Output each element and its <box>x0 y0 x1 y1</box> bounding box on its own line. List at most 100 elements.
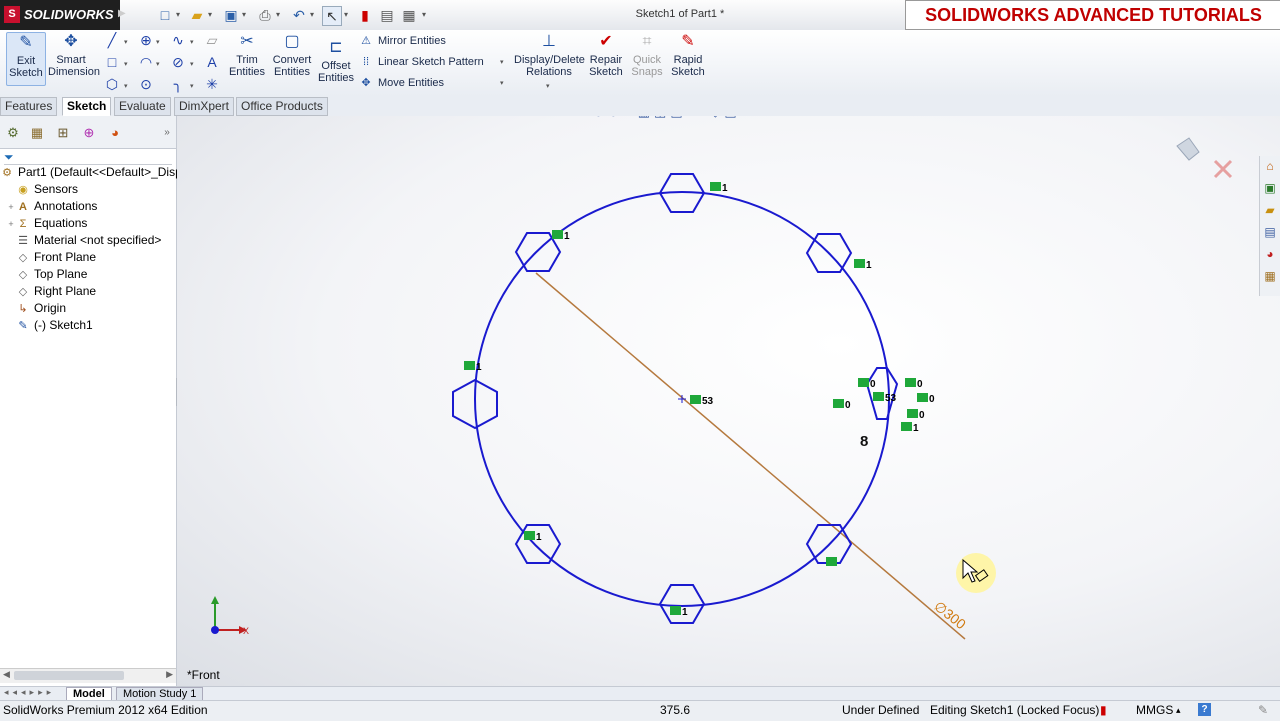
arc-dropdown-icon[interactable]: ▾ <box>156 60 160 68</box>
plane-sketch-icon[interactable]: ▱ <box>204 32 220 48</box>
spline-dropdown-icon[interactable]: ▾ <box>190 38 194 46</box>
point-circle-icon[interactable]: ⊙ <box>138 76 154 92</box>
tab-dimxpert[interactable]: DimXpert <box>174 97 235 116</box>
circle-dropdown-icon[interactable]: ▾ <box>156 38 160 46</box>
fillet-dropdown-icon[interactable]: ▾ <box>190 82 194 90</box>
ellipse-dropdown-icon[interactable]: ▾ <box>190 60 194 68</box>
status-units[interactable]: MMGS <box>1136 701 1173 720</box>
save-dropdown-icon[interactable]: ▾ <box>242 10 246 19</box>
tree-item-front-plane[interactable]: ◇ Front Plane <box>6 249 96 266</box>
quick-snaps-button[interactable]: ⌗ Quick Snaps <box>628 32 666 78</box>
help-icon[interactable]: ? <box>1198 703 1211 716</box>
fillet-icon[interactable]: ╮ <box>170 76 186 92</box>
polygon-dropdown-icon[interactable]: ▾ <box>124 82 128 90</box>
line-dropdown-icon[interactable]: ▾ <box>124 38 128 46</box>
scroll-left-icon[interactable]: ◀ <box>3 669 10 680</box>
tree-item-equations[interactable]: + Σ Equations <box>6 215 87 232</box>
feature-tree-filter[interactable]: ⏷ <box>4 150 172 165</box>
display-delete-relations-button[interactable]: ⊥ Display/Delete Relations <box>514 32 585 78</box>
arc-icon[interactable]: ◠ <box>138 54 154 70</box>
select-pointer-icon[interactable]: ↖ <box>322 6 342 26</box>
spline-icon[interactable]: ∿ <box>170 32 186 48</box>
text-icon[interactable]: A <box>204 54 220 70</box>
scroll-right-icon[interactable]: ▶ <box>166 669 173 680</box>
exit-sketch-button[interactable]: ✎ Exit Sketch <box>6 32 46 86</box>
tree-root-part[interactable]: ⚙ Part1 (Default<<Default>_Disp <box>0 164 182 181</box>
custom-properties-icon[interactable]: ▦ <box>1262 268 1278 284</box>
scroll-thumb[interactable] <box>14 671 124 680</box>
graphics-area[interactable]: ⊕⊗↺▦◫▣◐●◈▤ ⊟⊡–❐✕ <box>177 116 1280 686</box>
undo-icon[interactable]: ↶ <box>290 6 308 24</box>
expand-icon[interactable]: + <box>6 199 16 216</box>
save-icon[interactable]: ▣ <box>222 6 240 24</box>
file-properties-icon[interactable]: ▤ <box>378 6 396 24</box>
confirmation-corner[interactable] <box>1176 137 1233 179</box>
design-library-icon[interactable]: ▣ <box>1262 180 1278 196</box>
options-dropdown-icon[interactable]: ▾ <box>422 10 426 19</box>
pattern-dropdown-icon[interactable]: ▾ <box>500 58 504 66</box>
undo-dropdown-icon[interactable]: ▾ <box>310 10 314 19</box>
display-manager-icon[interactable]: ◕ <box>106 124 124 142</box>
tab-features[interactable]: Features <box>0 97 58 116</box>
discard-sketch-icon[interactable] <box>1213 159 1233 179</box>
tree-item-origin[interactable]: ↳ Origin <box>6 300 66 317</box>
collapse-panel-icon[interactable]: » <box>158 124 176 142</box>
open-folder-icon[interactable]: ▰ <box>188 6 206 24</box>
tree-item-top-plane[interactable]: ◇ Top Plane <box>6 266 88 283</box>
new-dropdown-icon[interactable]: ▾ <box>176 10 180 19</box>
expand-icon[interactable]: + <box>6 216 16 233</box>
repair-sketch-button[interactable]: ✔ Repair Sketch <box>588 32 624 78</box>
polygon-icon[interactable]: ⬡ <box>104 76 120 92</box>
appearances-icon[interactable]: ◕ <box>1262 246 1278 262</box>
linear-sketch-pattern-button[interactable]: ⁞⁞ Linear Sketch Pattern <box>358 53 508 71</box>
tab-evaluate[interactable]: Evaluate <box>114 97 171 116</box>
trim-entities-button[interactable]: ✂ Trim Entities <box>226 32 268 78</box>
feature-tree-icon[interactable]: ⚙ <box>4 124 22 142</box>
configuration-manager-icon[interactable]: ⊞ <box>54 124 72 142</box>
point-icon[interactable]: ✳ <box>204 76 220 92</box>
file-explorer-icon[interactable]: ▰ <box>1262 202 1278 218</box>
tab-sketch[interactable]: Sketch <box>62 97 112 116</box>
tree-item-right-plane[interactable]: ◇ Right Plane <box>6 283 96 300</box>
print-icon[interactable]: ⎙ <box>256 6 274 24</box>
rectangle-dropdown-icon[interactable]: ▾ <box>124 60 128 68</box>
line-icon[interactable]: ╱ <box>104 32 120 48</box>
offset-entities-button[interactable]: ⊏ Offset Entities <box>316 38 356 84</box>
move-entities-button[interactable]: ✥ Move Entities <box>358 74 508 92</box>
select-dropdown-icon[interactable]: ▾ <box>344 10 348 19</box>
rapid-sketch-button[interactable]: ✎ Rapid Sketch <box>668 32 708 78</box>
tree-item-material[interactable]: ☰ Material <not specified> <box>6 232 161 249</box>
solidworks-logo[interactable]: S SOLIDWORKS ▶ <box>0 0 126 30</box>
units-dropdown-icon[interactable]: ▴ <box>1176 701 1181 720</box>
confirm-sketch-icon[interactable] <box>1176 137 1200 161</box>
convert-entities-button[interactable]: ▢ Convert Entities <box>270 32 314 78</box>
construction-diameter-line[interactable] <box>535 272 966 640</box>
property-manager-icon[interactable]: ▦ <box>28 124 46 142</box>
new-document-icon[interactable]: □ <box>156 6 174 24</box>
tree-item-sketch1[interactable]: ✎ (-) Sketch1 <box>6 317 92 334</box>
search-view-icon[interactable]: ▤ <box>1262 224 1278 240</box>
circle-icon[interactable]: ⊕ <box>138 32 154 48</box>
tab-office-products[interactable]: Office Products <box>236 97 328 116</box>
tree-item-sensors[interactable]: ◉ Sensors <box>6 181 78 198</box>
rectangle-icon[interactable]: □ <box>104 54 120 70</box>
tree-item-annotations[interactable]: + A Annotations <box>6 198 97 215</box>
rebuild-traffic-light-icon[interactable]: ▮ <box>356 6 374 24</box>
status-tools-icon[interactable]: ✎ <box>1258 701 1268 720</box>
open-dropdown-icon[interactable]: ▾ <box>208 10 212 19</box>
panel-horizontal-scrollbar[interactable]: ◀ ▶ <box>0 668 176 683</box>
smart-dimension-button[interactable]: ✥ Smart Dimension <box>48 32 100 78</box>
menu-expand-icon[interactable]: ▶ <box>118 8 126 19</box>
home-icon[interactable]: ⌂ <box>1262 158 1278 174</box>
sketch-canvas[interactable]: X 1 1 1 1 53 1 1 0 0 0 0 0 1 53 8 ∅300 <box>177 116 1280 686</box>
move-dropdown-icon[interactable]: ▾ <box>500 79 504 87</box>
relations-dropdown-icon[interactable]: ▾ <box>546 82 550 90</box>
mirror-entities-button[interactable]: ⚠ Mirror Entities <box>358 32 508 50</box>
hexagon-bottom-left[interactable] <box>514 524 562 564</box>
print-dropdown-icon[interactable]: ▾ <box>276 10 280 19</box>
tab-scroll-arrows[interactable]: ◂◂◂▸▸▸ <box>4 687 55 698</box>
dimxpert-manager-icon[interactable]: ⊕ <box>80 124 98 142</box>
ellipse-icon[interactable]: ⊘ <box>170 54 186 70</box>
options-icon[interactable]: ▦ <box>400 6 418 24</box>
rebuild-status-icon[interactable]: ▮ <box>1100 701 1107 720</box>
